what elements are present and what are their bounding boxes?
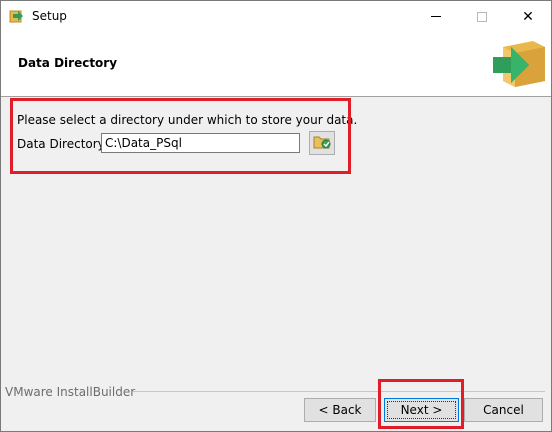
minimize-icon — [431, 16, 441, 17]
setup-window: Setup ✕ Data Directory Please select a d… — [0, 0, 552, 432]
window-title: Setup — [32, 9, 67, 23]
back-button[interactable]: < Back — [304, 398, 376, 422]
header-divider — [1, 96, 551, 97]
maximize-icon — [477, 11, 487, 22]
page-header: Data Directory — [1, 32, 551, 96]
close-icon: ✕ — [522, 8, 534, 25]
installer-brand: VMware InstallBuilder — [5, 385, 136, 399]
maximize-button[interactable] — [459, 1, 505, 32]
page-title: Data Directory — [18, 56, 118, 70]
highlight-next-button — [378, 379, 464, 429]
setup-installer-icon — [9, 8, 25, 24]
minimize-button[interactable] — [413, 1, 459, 32]
highlight-directory-section — [10, 98, 351, 174]
close-button[interactable]: ✕ — [505, 1, 551, 32]
footer-divider — [133, 391, 545, 392]
title-bar[interactable]: Setup ✕ — [1, 1, 551, 32]
installer-box-arrow-logo — [489, 35, 547, 89]
cancel-button[interactable]: Cancel — [464, 398, 543, 422]
